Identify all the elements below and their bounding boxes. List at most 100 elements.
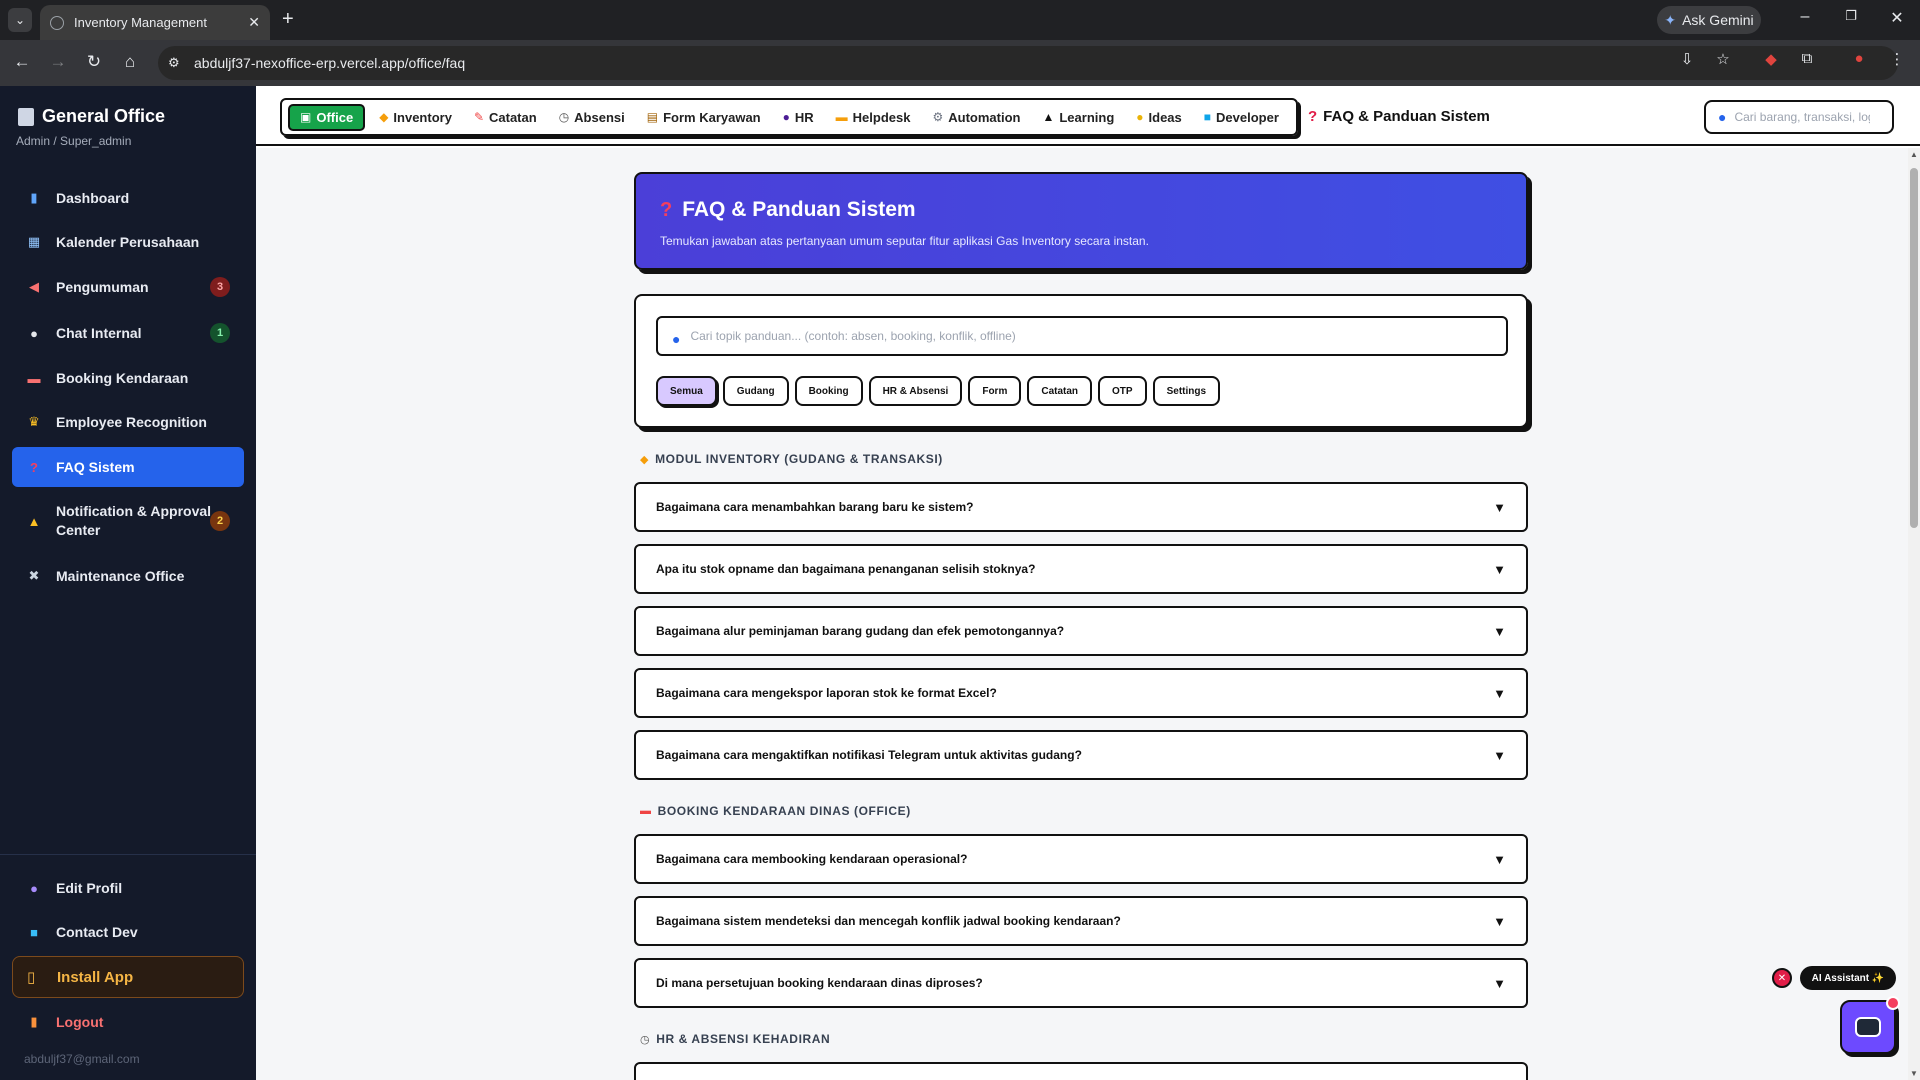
sidebar-item-logout[interactable]: ▮ Logout: [12, 1002, 244, 1042]
extensions-puzzle-icon[interactable]: ⧉: [1796, 50, 1818, 67]
tab-form-karyawan[interactable]: ▤ Form Karyawan: [647, 110, 761, 125]
sidebar-item-contact-dev[interactable]: ■ Contact Dev: [12, 912, 244, 952]
tab-absensi[interactable]: ◷ Absensi: [559, 110, 625, 125]
sidebar-item-edit-profil[interactable]: ● Edit Profil: [12, 868, 244, 908]
profile-avatar-icon[interactable]: ●: [1848, 50, 1870, 67]
tab-automation[interactable]: ⚙ Automation: [932, 110, 1020, 125]
phone-download-icon: ▯: [27, 969, 36, 986]
global-search-input[interactable]: ● Cari barang, transaksi, log...: [1704, 100, 1894, 134]
faq-question[interactable]: Bagaimana cara membooking kendaraan oper…: [634, 834, 1528, 884]
section-title-hr: ◷ HR & ABSENSI KEHADIRAN: [640, 1032, 830, 1046]
tab-office[interactable]: ▣ Office: [288, 103, 366, 131]
ai-assistant-button[interactable]: [1840, 996, 1900, 1054]
tab-catatan[interactable]: ✎ Catatan: [474, 110, 537, 125]
faq-question[interactable]: Bagaimana sistem mendeteksi dan mencegah…: [634, 896, 1528, 946]
faq-question[interactable]: [634, 1062, 1528, 1080]
home-icon[interactable]: ⌂: [118, 52, 142, 72]
faq-question[interactable]: Bagaimana cara menambahkan barang baru k…: [634, 482, 1528, 532]
main-content: ? FAQ & Panduan Sistem Temukan jawaban a…: [256, 148, 1908, 1080]
scroll-up-icon[interactable]: ▲: [1910, 150, 1918, 159]
faq-question[interactable]: Bagaimana alur peminjaman barang gudang …: [634, 606, 1528, 656]
extension-shield-icon[interactable]: ◆: [1760, 50, 1782, 68]
section-title-text: BOOKING KENDARAAN DINAS (OFFICE): [657, 804, 911, 818]
tab-label: Automation: [948, 109, 1021, 125]
tab-label: Form Karyawan: [663, 109, 761, 125]
ai-assistant-label[interactable]: AI Assistant ✨: [1800, 966, 1896, 990]
filter-form[interactable]: Form: [968, 376, 1022, 406]
restore-icon[interactable]: ❐: [1836, 8, 1866, 24]
site-info-icon[interactable]: ⚙: [168, 55, 180, 71]
caret-down-icon: ▼: [1493, 623, 1506, 639]
sidebar-item-label: Booking Kendaraan: [56, 370, 189, 386]
section-title-inventory: ◆ MODUL INVENTORY (GUDANG & TRANSAKSI): [640, 452, 943, 466]
gemini-sparkle-icon: ✦: [1664, 11, 1677, 28]
sidebar-item-maintenance-office[interactable]: ✖ Maintenance Office: [12, 556, 244, 596]
faq-question[interactable]: Apa itu stok opname dan bagaimana penang…: [634, 544, 1528, 594]
sidebar-item-employee-recognition[interactable]: ♛ Employee Recognition: [12, 402, 244, 442]
filter-otp[interactable]: OTP: [1098, 376, 1147, 406]
browser-menu-icon[interactable]: ⋮: [1886, 50, 1908, 68]
new-tab-icon[interactable]: +: [282, 8, 294, 30]
tab-inventory[interactable]: ◆ Inventory: [379, 110, 452, 125]
install-page-icon[interactable]: ⇩: [1676, 50, 1698, 68]
brand-title: General Office: [42, 106, 166, 126]
sidebar-item-booking-kendaraan[interactable]: ▬ Booking Kendaraan: [12, 358, 244, 398]
back-icon[interactable]: ←: [10, 52, 34, 72]
question-text: Di mana persetujuan booking kendaraan di…: [656, 976, 983, 990]
sidebar-item-label: Edit Profil: [56, 880, 123, 896]
sidebar-item-dashboard[interactable]: ▮ Dashboard: [12, 178, 244, 218]
car-icon: ▬: [640, 805, 652, 817]
brand: General Office: [18, 106, 165, 127]
sidebar-item-pengumuman[interactable]: ◀ Pengumuman 3: [12, 267, 244, 307]
tab-search-dropdown-icon[interactable]: ⌄: [8, 8, 32, 32]
tab-helpdesk[interactable]: ▬ Helpdesk: [836, 110, 911, 125]
tab-developer[interactable]: ■ Developer: [1204, 110, 1279, 125]
sidebar-item-label: FAQ Sistem: [56, 459, 135, 475]
forward-icon[interactable]: →: [46, 52, 70, 72]
sidebar-item-faq-sistem[interactable]: ? FAQ Sistem: [12, 447, 244, 487]
scroll-down-icon[interactable]: ▼: [1910, 1069, 1918, 1078]
url-text[interactable]: abduljf37-nexoffice-erp.vercel.app/offic…: [194, 55, 465, 71]
bell-icon: ▲: [27, 513, 41, 529]
sidebar-item-kalender[interactable]: ▦ Kalender Perusahaan: [12, 222, 244, 262]
filter-hr-absensi[interactable]: HR & Absensi: [868, 376, 963, 406]
close-window-icon[interactable]: ✕: [1882, 8, 1912, 28]
question-text: Bagaimana alur peminjaman barang gudang …: [656, 624, 1065, 638]
ask-gemini-button[interactable]: ✦ Ask Gemini: [1657, 6, 1761, 34]
pending-badge: 2: [210, 511, 230, 531]
category-filters: Semua Gudang Booking HR & Absensi Form C…: [656, 376, 1221, 406]
question-text: Bagaimana cara mengaktifkan notifikasi T…: [656, 748, 1082, 762]
calendar-icon: ▦: [27, 234, 41, 249]
reload-icon[interactable]: ↻: [82, 52, 106, 72]
sidebar-item-chat-internal[interactable]: ● Chat Internal 1: [12, 313, 244, 353]
browser-tab[interactable]: Inventory Management ✕: [40, 5, 270, 40]
filter-booking[interactable]: Booking: [794, 376, 863, 406]
tab-learning[interactable]: ▲ Learning: [1042, 110, 1114, 125]
bookmark-star-icon[interactable]: ☆: [1712, 50, 1734, 68]
filter-catatan[interactable]: Catatan: [1027, 376, 1093, 406]
tab-hr[interactable]: ● HR: [783, 110, 814, 125]
filter-settings[interactable]: Settings: [1152, 376, 1221, 406]
sidebar-item-notification-approval[interactable]: ▲ Notification & Approval Center 2: [12, 496, 244, 546]
close-tab-icon[interactable]: ✕: [248, 14, 260, 31]
filter-semua[interactable]: Semua: [656, 376, 717, 406]
tab-ideas[interactable]: ● Ideas: [1136, 110, 1182, 125]
caret-down-icon: ▼: [1493, 851, 1506, 867]
page-scrollbar[interactable]: ▲ ▼: [1908, 148, 1920, 1080]
browser-toolbar: ← → ↻ ⌂ ⚙ abduljf37-nexoffice-erp.vercel…: [0, 40, 1920, 86]
section-title-booking: ▬ BOOKING KENDARAAN DINAS (OFFICE): [640, 804, 911, 818]
faq-question[interactable]: Di mana persetujuan booking kendaraan di…: [634, 958, 1528, 1008]
box-icon: ◆: [640, 453, 650, 466]
filter-gudang[interactable]: Gudang: [722, 376, 789, 406]
minimize-icon[interactable]: –: [1790, 8, 1820, 26]
caret-down-icon: ▼: [1493, 913, 1506, 929]
close-ai-tooltip-icon[interactable]: ✕: [1772, 968, 1792, 988]
address-bar[interactable]: ⚙ abduljf37-nexoffice-erp.vercel.app/off…: [158, 46, 1898, 80]
scrollbar-thumb[interactable]: [1910, 168, 1918, 528]
faq-search-input[interactable]: ● Cari topik panduan... (contoh: absen, …: [656, 316, 1508, 356]
sidebar-item-label: Logout: [56, 1014, 104, 1030]
faq-question[interactable]: Bagaimana cara mengaktifkan notifikasi T…: [634, 730, 1528, 780]
clipboard-icon: ▤: [646, 110, 659, 124]
faq-question[interactable]: Bagaimana cara mengekspor laporan stok k…: [634, 668, 1528, 718]
install-app-button[interactable]: ▯ Install App: [12, 956, 244, 998]
